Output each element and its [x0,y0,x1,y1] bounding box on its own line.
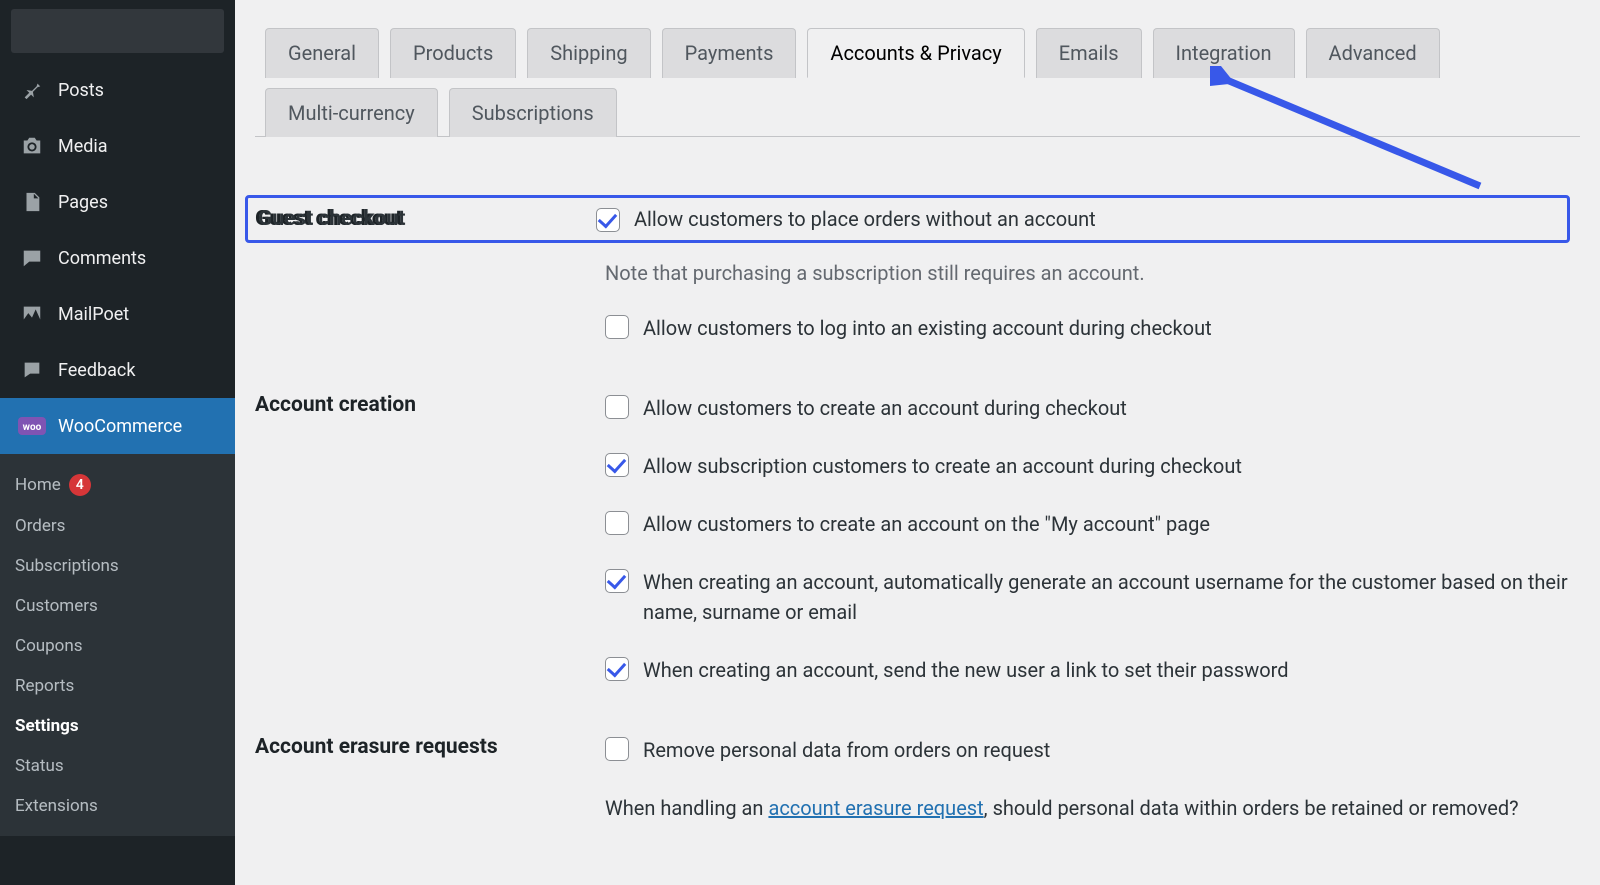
submenu-item-orders[interactable]: Orders [0,506,235,546]
mailpoet-icon [18,300,46,328]
checkbox-create-checkout[interactable] [605,395,629,419]
sidebar-item-comments[interactable]: Comments [0,230,235,286]
checkbox-guest-orders[interactable] [596,208,620,232]
submenu-item-status[interactable]: Status [0,746,235,786]
checkbox-label[interactable]: Allow customers to create an account dur… [643,393,1570,423]
feedback-icon [18,356,46,384]
tab-general[interactable]: General [265,28,379,78]
sidebar-item-woocommerce[interactable]: woo WooCommerce [0,398,235,454]
checkbox-label[interactable]: Allow customers to place orders without … [634,207,1096,231]
sidebar-item-posts[interactable]: Posts [0,62,235,118]
checkbox-password-link[interactable] [605,657,629,681]
tab-integration[interactable]: Integration [1153,28,1295,78]
sidebar-item-mailpoet[interactable]: MailPoet [0,286,235,342]
submenu-item-subscriptions[interactable]: Subscriptions [0,546,235,586]
tab-emails[interactable]: Emails [1036,28,1142,78]
sidebar-label: Media [58,136,108,157]
section-title: Account erasure requests [255,735,498,759]
checkbox-label[interactable]: Allow customers to log into an existing … [643,313,1570,343]
checkbox-erase-orders[interactable] [605,737,629,761]
checkbox-create-myaccount[interactable] [605,511,629,535]
woo-icon: woo [18,412,46,440]
sidebar-item-pages[interactable]: Pages [0,174,235,230]
camera-icon [18,132,46,160]
tab-payments[interactable]: Payments [662,28,797,78]
option-note: Note that purchasing a subscription stil… [605,261,1570,285]
comment-icon [18,244,46,272]
submenu-item-coupons[interactable]: Coupons [0,626,235,666]
sidebar-label: Pages [58,192,108,213]
sidebar-label: WooCommerce [58,416,182,437]
sidebar-label: MailPoet [58,304,129,325]
woocommerce-submenu: Home 4 Orders Subscriptions Customers Co… [0,454,235,836]
site-logo [11,9,224,53]
submenu-item-extensions[interactable]: Extensions [0,786,235,826]
checkbox-label[interactable]: When creating an account, automatically … [643,567,1570,627]
tab-shipping[interactable]: Shipping [527,28,650,78]
svg-text:woo: woo [23,422,42,433]
settings-tabs: General Products Shipping Payments Accou… [255,0,1580,137]
pending-badge: 4 [69,474,91,496]
page-icon [18,188,46,216]
tab-advanced[interactable]: Advanced [1306,28,1440,78]
checkbox-guest-login[interactable] [605,315,629,339]
sidebar-item-feedback[interactable]: Feedback [0,342,235,398]
checkbox-label[interactable]: Allow customers to create an account on … [643,509,1570,539]
sidebar-label: Comments [58,248,146,269]
tab-multi-currency[interactable]: Multi-currency [265,88,438,137]
erasure-request-link[interactable]: account erasure request [768,796,983,820]
tab-subscriptions[interactable]: Subscriptions [449,88,617,137]
submenu-label: Home [15,475,61,495]
sidebar-label: Feedback [58,360,135,381]
erasure-description: When handling an account erasure request… [605,793,1570,823]
settings-main: General Products Shipping Payments Accou… [235,0,1600,885]
checkbox-label[interactable]: Allow subscription customers to create a… [643,451,1570,481]
tab-accounts-privacy[interactable]: Accounts & Privacy [807,28,1024,78]
submenu-item-customers[interactable]: Customers [0,586,235,626]
sidebar-label: Posts [58,80,104,101]
checkbox-label[interactable]: When creating an account, send the new u… [643,655,1570,685]
checkbox-create-subscription[interactable] [605,453,629,477]
pin-icon [18,76,46,104]
admin-sidebar: Posts Media Pages Comments MailPoet [0,0,235,885]
section-title: Account creation [255,393,416,417]
submenu-item-settings[interactable]: Settings [0,706,235,746]
checkbox-auto-username[interactable] [605,569,629,593]
section-title-highlighted: Guest checkout [248,207,596,231]
checkbox-label[interactable]: Remove personal data from orders on requ… [643,735,1570,765]
tab-products[interactable]: Products [390,28,516,78]
submenu-item-home[interactable]: Home 4 [0,464,235,506]
sidebar-item-media[interactable]: Media [0,118,235,174]
submenu-item-reports[interactable]: Reports [0,666,235,706]
